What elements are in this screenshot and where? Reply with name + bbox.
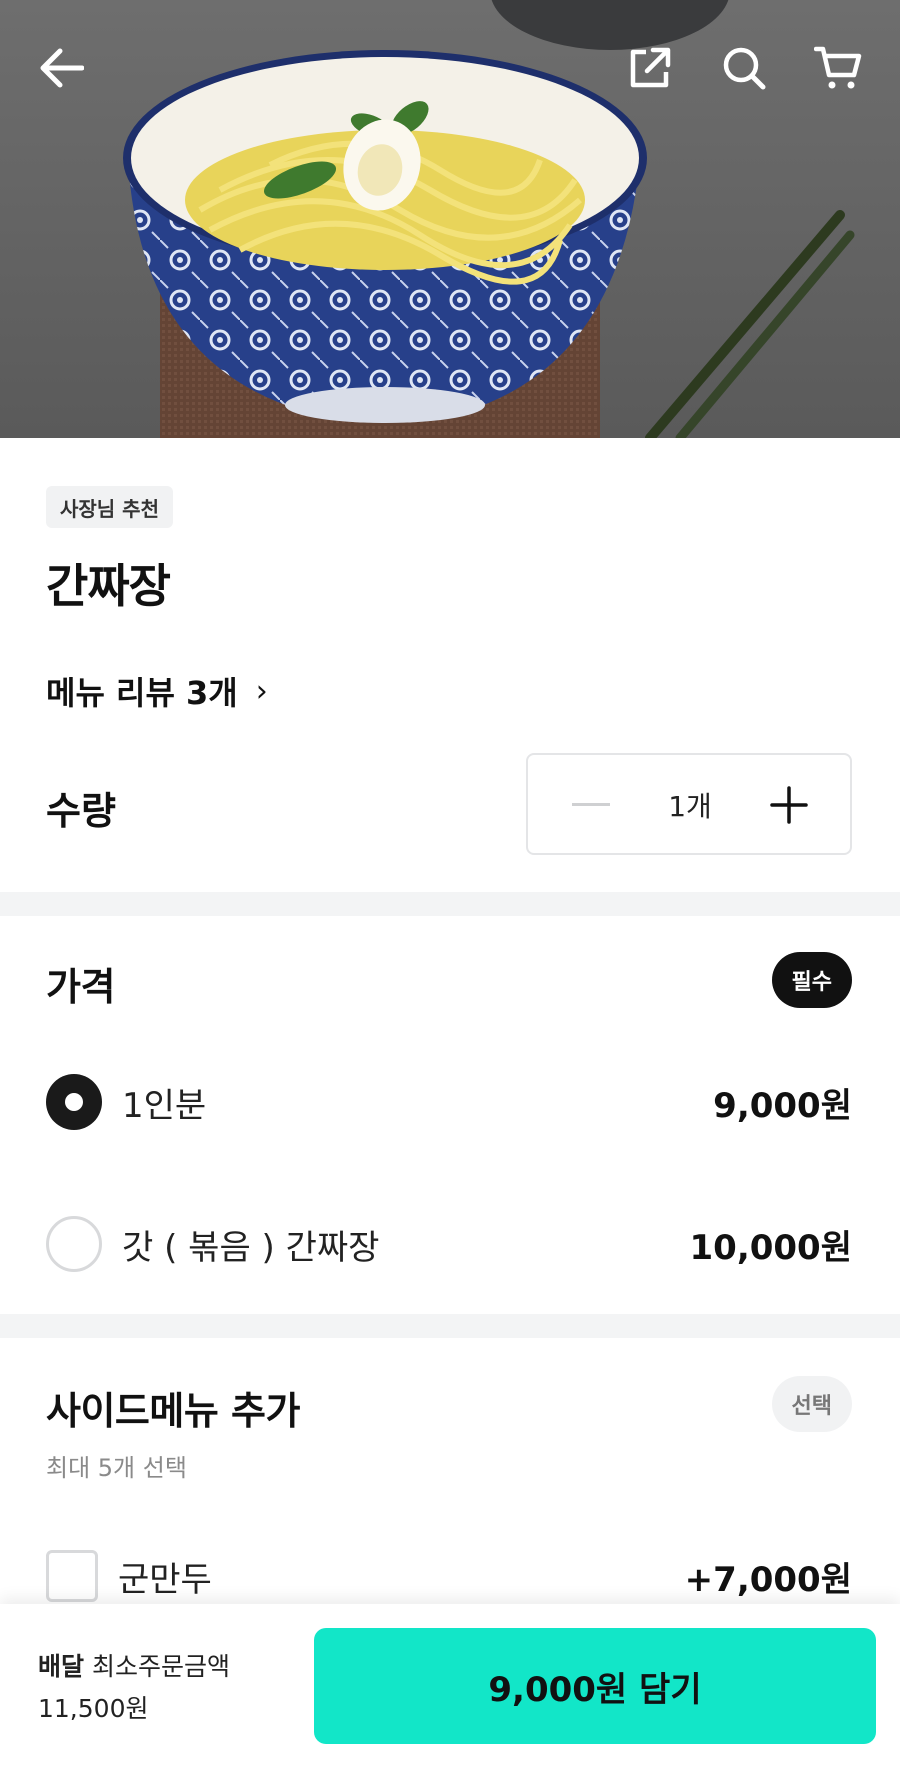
price-option-row[interactable]: 갓 ( 볶음 ) 간짜장 10,000원	[46, 1214, 852, 1274]
side-menu-option-price: +7,000원	[684, 1559, 852, 1600]
quantity-value: 1개	[668, 790, 712, 823]
share-icon	[630, 47, 671, 88]
quantity-increase-button[interactable]	[754, 755, 824, 855]
min-order-info: 배달 최소주문금액 11,500원	[38, 1646, 230, 1730]
side-menu-checkbox[interactable]	[46, 1550, 98, 1602]
quantity-label: 수량	[46, 789, 116, 833]
review-link-label: 메뉴 리뷰 3개	[46, 674, 238, 712]
side-menu-section-title: 사이드메뉴 추가	[46, 1389, 300, 1433]
share-button[interactable]	[618, 36, 682, 100]
radio-unselected[interactable]	[46, 1216, 102, 1272]
quantity-decrease-button[interactable]	[556, 755, 626, 855]
radio-selected[interactable]	[46, 1074, 102, 1130]
price-section-title: 가격	[46, 965, 115, 1009]
price-option-price: 10,000원	[689, 1227, 852, 1268]
price-option-label: 갓 ( 볶음 ) 간짜장	[122, 1227, 380, 1268]
min-order-label: 최소주문금액	[91, 1652, 230, 1681]
required-badge: 필수	[771, 952, 852, 1008]
side-menu-option-label: 군만두	[118, 1559, 212, 1600]
back-button[interactable]	[30, 36, 94, 100]
search-button[interactable]	[712, 36, 776, 100]
plus-icon	[770, 786, 808, 824]
price-option-row[interactable]: 1인분 9,000원	[46, 1072, 852, 1132]
bottom-order-bar: 배달 최소주문금액 11,500원 9,000원 담기	[0, 1604, 900, 1768]
min-order-value: 11,500원	[38, 1694, 149, 1723]
price-option-price: 9,000원	[713, 1085, 852, 1126]
chevron-right-icon: ›	[255, 673, 268, 709]
delivery-label: 배달	[38, 1652, 85, 1681]
cart-icon	[814, 46, 862, 89]
arrow-left-icon	[40, 48, 84, 88]
owner-recommend-badge: 사장님 추천	[46, 486, 173, 528]
section-divider	[0, 892, 900, 916]
max-select-note: 최대 5개 선택	[46, 1454, 187, 1482]
cart-button[interactable]	[806, 36, 870, 100]
minus-icon	[572, 803, 610, 806]
price-option-label: 1인분	[122, 1085, 207, 1126]
side-menu-option-row[interactable]: 군만두 +7,000원	[46, 1546, 852, 1606]
menu-title: 간짜장	[46, 559, 171, 613]
search-icon	[723, 47, 766, 90]
quantity-stepper: 1개	[526, 753, 852, 855]
section-divider	[0, 1314, 900, 1338]
menu-review-link[interactable]: 메뉴 리뷰 3개 ›	[46, 668, 268, 714]
add-to-cart-button[interactable]: 9,000원 담기	[314, 1628, 876, 1744]
optional-badge: 선택	[771, 1376, 852, 1432]
menu-hero-image	[0, 0, 900, 438]
